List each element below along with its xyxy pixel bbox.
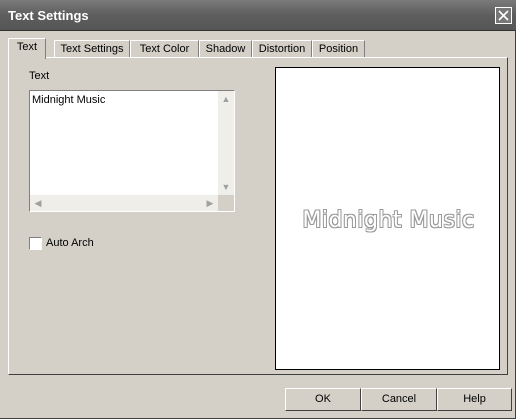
- tab-position[interactable]: Position: [312, 40, 365, 58]
- cancel-button[interactable]: Cancel: [361, 388, 437, 411]
- scroll-left-arrow-icon[interactable]: ◀: [30, 195, 46, 211]
- tab-text-settings[interactable]: Text Settings: [54, 40, 130, 58]
- text-settings-dialog: Text Settings Text Text Settings Text Co…: [0, 0, 516, 419]
- text-input[interactable]: Midnight Music ▲ ▼ ◀ ▶: [29, 90, 235, 212]
- window-title: Text Settings: [8, 8, 89, 23]
- scroll-right-arrow-icon[interactable]: ▶: [202, 195, 218, 211]
- tab-distortion[interactable]: Distortion: [252, 40, 312, 58]
- close-button[interactable]: [495, 7, 512, 24]
- preview-text: Midnight Music: [302, 208, 475, 233]
- text-input-value: Midnight Music: [32, 94, 106, 106]
- scroll-down-arrow-icon[interactable]: ▼: [218, 179, 234, 195]
- auto-arch-label[interactable]: Auto Arch: [46, 237, 94, 249]
- help-button[interactable]: Help: [437, 388, 512, 411]
- title-bar[interactable]: Text Settings: [0, 0, 516, 31]
- auto-arch-checkbox[interactable]: [29, 237, 42, 250]
- scrollbar-corner: [218, 195, 234, 211]
- ok-button[interactable]: OK: [285, 388, 361, 411]
- text-preview-panel: Midnight Music: [275, 67, 500, 370]
- tab-text-color[interactable]: Text Color: [130, 40, 199, 58]
- text-label: Text: [29, 70, 50, 82]
- close-icon: [498, 10, 509, 21]
- tab-shadow[interactable]: Shadow: [199, 40, 252, 58]
- scroll-up-arrow-icon[interactable]: ▲: [218, 91, 234, 107]
- tab-text[interactable]: Text: [8, 38, 46, 59]
- vertical-scrollbar[interactable]: ▲ ▼: [218, 91, 234, 195]
- horizontal-scrollbar[interactable]: ◀ ▶: [30, 195, 218, 211]
